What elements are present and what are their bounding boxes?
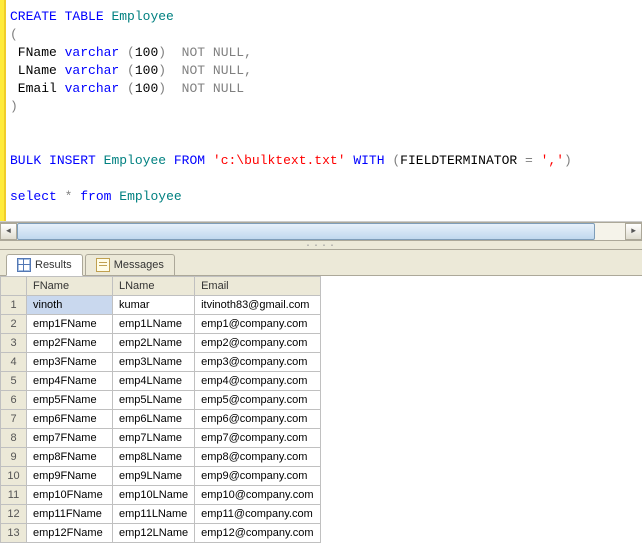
- row-header[interactable]: 2: [1, 315, 27, 334]
- table-row[interactable]: 12emp11FNameemp11LNameemp11@company.com: [1, 505, 321, 524]
- cell[interactable]: emp1@company.com: [195, 315, 320, 334]
- table-row[interactable]: 8emp7FNameemp7LNameemp7@company.com: [1, 429, 321, 448]
- scroll-thumb[interactable]: [17, 223, 595, 240]
- sql-code-area[interactable]: CREATE TABLE Employee ( FName varchar (1…: [6, 0, 642, 221]
- tab-results-label: Results: [35, 259, 72, 271]
- scroll-right-icon[interactable]: ►: [625, 223, 642, 240]
- pane-splitter[interactable]: [0, 240, 642, 250]
- table-row[interactable]: 11emp10FNameemp10LNameemp10@company.com: [1, 486, 321, 505]
- cell[interactable]: emp4FName: [27, 372, 113, 391]
- cell[interactable]: emp8FName: [27, 448, 113, 467]
- row-header[interactable]: 9: [1, 448, 27, 467]
- cell[interactable]: emp12FName: [27, 524, 113, 543]
- cell[interactable]: emp10LName: [113, 486, 195, 505]
- scroll-track[interactable]: [17, 223, 625, 240]
- row-header[interactable]: 4: [1, 353, 27, 372]
- table-row[interactable]: 9emp8FNameemp8LNameemp8@company.com: [1, 448, 321, 467]
- row-header[interactable]: 5: [1, 372, 27, 391]
- cell[interactable]: emp6@company.com: [195, 410, 320, 429]
- row-header[interactable]: 6: [1, 391, 27, 410]
- paren: (: [10, 27, 18, 42]
- row-header[interactable]: 8: [1, 429, 27, 448]
- table-row[interactable]: 6emp5FNameemp5LNameemp5@company.com: [1, 391, 321, 410]
- cell[interactable]: emp1LName: [113, 315, 195, 334]
- table-row[interactable]: 10emp9FNameemp9LNameemp9@company.com: [1, 467, 321, 486]
- cell[interactable]: emp4@company.com: [195, 372, 320, 391]
- cell[interactable]: emp2@company.com: [195, 334, 320, 353]
- row-header[interactable]: 12: [1, 505, 27, 524]
- tab-messages-label: Messages: [114, 259, 164, 271]
- table-row[interactable]: 3emp2FNameemp2LNameemp2@company.com: [1, 334, 321, 353]
- cell[interactable]: emp9FName: [27, 467, 113, 486]
- editor-hscrollbar[interactable]: ◄ ►: [0, 222, 642, 240]
- cell[interactable]: emp5LName: [113, 391, 195, 410]
- cell[interactable]: emp6FName: [27, 410, 113, 429]
- cell[interactable]: emp10FName: [27, 486, 113, 505]
- cell[interactable]: emp1FName: [27, 315, 113, 334]
- tab-results[interactable]: Results: [6, 254, 83, 276]
- col-header-lname[interactable]: LName: [113, 277, 195, 296]
- cell[interactable]: emp3LName: [113, 353, 195, 372]
- cell[interactable]: emp9LName: [113, 467, 195, 486]
- table-row[interactable]: 1vinothkumaritvinoth83@gmail.com: [1, 296, 321, 315]
- cell[interactable]: emp7LName: [113, 429, 195, 448]
- cell[interactable]: emp7FName: [27, 429, 113, 448]
- sql-editor-pane: CREATE TABLE Employee ( FName varchar (1…: [0, 0, 642, 222]
- cell[interactable]: vinoth: [27, 296, 113, 315]
- row-header[interactable]: 11: [1, 486, 27, 505]
- cell[interactable]: emp3@company.com: [195, 353, 320, 372]
- cell[interactable]: emp11@company.com: [195, 505, 320, 524]
- ident: Employee: [104, 9, 174, 24]
- paren: ): [10, 99, 18, 114]
- row-header[interactable]: 7: [1, 410, 27, 429]
- cell[interactable]: emp10@company.com: [195, 486, 320, 505]
- cell[interactable]: kumar: [113, 296, 195, 315]
- grid-icon: [17, 258, 31, 272]
- cell[interactable]: itvinoth83@gmail.com: [195, 296, 320, 315]
- cell[interactable]: emp8@company.com: [195, 448, 320, 467]
- cell[interactable]: emp5FName: [27, 391, 113, 410]
- messages-icon: [96, 258, 110, 272]
- kw: CREATE: [10, 9, 57, 24]
- grid-corner[interactable]: [1, 277, 27, 296]
- results-grid[interactable]: FName LName Email 1vinothkumaritvinoth83…: [0, 276, 321, 543]
- table-row[interactable]: 5emp4FNameemp4LNameemp4@company.com: [1, 372, 321, 391]
- row-header[interactable]: 1: [1, 296, 27, 315]
- cell[interactable]: emp2LName: [113, 334, 195, 353]
- tab-messages[interactable]: Messages: [85, 254, 175, 275]
- results-tabstrip: Results Messages: [0, 250, 642, 276]
- scroll-left-icon[interactable]: ◄: [0, 223, 17, 240]
- col-header-email[interactable]: Email: [195, 277, 320, 296]
- cell[interactable]: emp9@company.com: [195, 467, 320, 486]
- cell[interactable]: emp12@company.com: [195, 524, 320, 543]
- cell[interactable]: emp8LName: [113, 448, 195, 467]
- cell[interactable]: emp11LName: [113, 505, 195, 524]
- row-header[interactable]: 3: [1, 334, 27, 353]
- cell[interactable]: emp4LName: [113, 372, 195, 391]
- cell[interactable]: emp11FName: [27, 505, 113, 524]
- cell[interactable]: emp2FName: [27, 334, 113, 353]
- col-header-fname[interactable]: FName: [27, 277, 113, 296]
- table-row[interactable]: 7emp6FNameemp6LNameemp6@company.com: [1, 410, 321, 429]
- cell[interactable]: emp7@company.com: [195, 429, 320, 448]
- cell[interactable]: emp6LName: [113, 410, 195, 429]
- table-row[interactable]: 13emp12FNameemp12LNameemp12@company.com: [1, 524, 321, 543]
- table-row[interactable]: 2emp1FNameemp1LNameemp1@company.com: [1, 315, 321, 334]
- cell[interactable]: emp5@company.com: [195, 391, 320, 410]
- kw: TABLE: [65, 9, 104, 24]
- table-row[interactable]: 4emp3FNameemp3LNameemp3@company.com: [1, 353, 321, 372]
- row-header[interactable]: 13: [1, 524, 27, 543]
- row-header[interactable]: 10: [1, 467, 27, 486]
- cell[interactable]: emp3FName: [27, 353, 113, 372]
- cell[interactable]: emp12LName: [113, 524, 195, 543]
- results-grid-pane: FName LName Email 1vinothkumaritvinoth83…: [0, 276, 642, 543]
